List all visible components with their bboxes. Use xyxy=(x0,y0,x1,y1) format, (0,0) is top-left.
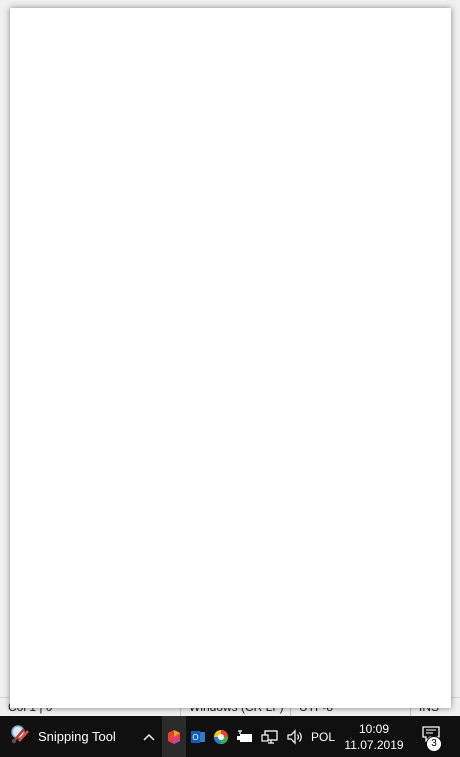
color-wheel-icon[interactable] xyxy=(211,716,231,757)
snipping-tool-icon xyxy=(10,723,32,750)
svg-text:O: O xyxy=(192,733,198,742)
taskbar-app-snipping-tool[interactable]: Snipping Tool xyxy=(0,716,136,757)
battery-icon[interactable] xyxy=(234,716,256,757)
taskbar-app-label: Snipping Tool xyxy=(38,729,116,744)
taskbar-clock[interactable]: 10:09 11.07.2019 xyxy=(343,716,405,757)
clock-time: 10:09 xyxy=(358,721,390,736)
snipping-tool-window[interactable] xyxy=(10,8,451,708)
tray-app-icon-colorful[interactable] xyxy=(162,716,186,757)
clock-date: 11.07.2019 xyxy=(344,737,404,752)
taskbar: Snipping Tool O POL 10:09 11.07.2019 3 xyxy=(0,716,460,757)
outlook-icon[interactable]: O xyxy=(188,716,208,757)
notification-count-badge: 3 xyxy=(426,736,442,752)
network-icon[interactable] xyxy=(258,716,282,757)
chevron-up-icon[interactable] xyxy=(138,716,160,757)
volume-icon[interactable] xyxy=(284,716,306,757)
language-indicator[interactable]: POL xyxy=(310,716,336,757)
action-center-button[interactable]: 3 xyxy=(414,716,448,757)
